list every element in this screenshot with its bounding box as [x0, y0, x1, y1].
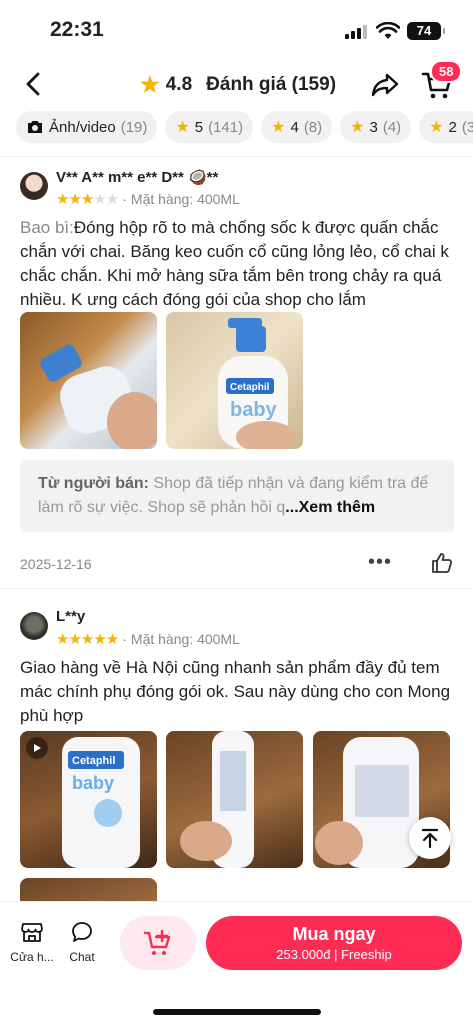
filter-chip-5-star[interactable]: ★ 5 (141) — [165, 111, 254, 143]
top-nav: ★ 4.8 Đánh giá (159) 58 — [0, 60, 473, 110]
photo-content — [180, 731, 254, 868]
chip-count: (141) — [208, 118, 244, 136]
review-photo[interactable] — [20, 312, 157, 449]
play-icon[interactable] — [26, 737, 48, 759]
cart-count-badge: 58 — [430, 60, 463, 83]
chip-count: (8) — [303, 118, 323, 136]
filter-chip-3-star[interactable]: ★ 3 (4) — [340, 111, 412, 143]
filter-chip-2-star[interactable]: ★ 2 (3) — [419, 111, 473, 143]
photo-content: Cetaphil baby — [218, 318, 296, 449]
brand-text: Cetaphil — [230, 382, 270, 393]
shop-label: Cửa h... — [10, 950, 54, 964]
thumbs-up-icon[interactable] — [430, 551, 454, 575]
filter-chips: Ảnh/video (19) ★ 5 (141) ★ 4 (8) ★ 3 (4)… — [16, 111, 473, 143]
see-more-link[interactable]: ...Xem thêm — [285, 499, 375, 516]
more-options-button[interactable]: ••• — [368, 551, 392, 574]
brand-text: Cetaphil — [72, 755, 115, 767]
seller-reply-label: Từ người bán: — [38, 475, 149, 492]
bottom-action-bar: Cửa h... Chat Mua ngay 253.000đ | Freesh… — [0, 901, 473, 1024]
star-rating: ★★★★★ — [56, 631, 119, 648]
page-title: ★ 4.8 Đánh giá (159) — [140, 72, 336, 98]
divider — [0, 156, 473, 157]
variant-label: Mặt hàng: 400ML — [130, 631, 240, 647]
buy-now-button[interactable]: Mua ngay 253.000đ | Freeship — [206, 916, 462, 970]
chip-label: 3 — [369, 118, 378, 136]
star-icon: ★ — [429, 119, 444, 136]
reviewer-name: V** A** m** e** D** 🥥** — [56, 169, 219, 186]
chip-label: Ảnh/video — [49, 118, 116, 136]
wifi-icon — [376, 22, 400, 39]
star-rating: ★★★★★ — [56, 191, 119, 208]
brand-sub-text: baby — [72, 773, 114, 793]
review-photo[interactable] — [166, 731, 303, 868]
photo-content — [40, 344, 157, 449]
review-date: 2025-12-16 — [20, 556, 92, 572]
brand-sub-text: baby — [230, 399, 278, 421]
filter-chip-4-star[interactable]: ★ 4 (8) — [261, 111, 333, 143]
chat-label: Chat — [69, 950, 95, 964]
chip-label: 4 — [290, 118, 299, 136]
buy-now-price: 253.000đ | Freeship — [276, 947, 392, 962]
text-label: Bao bì: — [20, 218, 74, 237]
add-to-cart-button[interactable] — [120, 916, 196, 970]
review-meta: ★★★★★ · Mặt hàng: 400ML — [56, 630, 240, 648]
buy-now-label: Mua ngay — [292, 924, 376, 944]
text-body: Đóng hộp rõ to mà chống sốc k được quấn … — [20, 218, 449, 309]
rating-value: 4.8 — [165, 74, 193, 95]
shop-button[interactable]: Cửa h... — [8, 920, 56, 964]
home-indicator — [153, 1009, 321, 1015]
review-text: Bao bì:Đóng hộp rõ to mà chống sốc k đượ… — [20, 216, 460, 312]
star-icon: ★ — [140, 72, 160, 97]
meta-separator: · — [122, 191, 127, 207]
status-bar: 22:31 74 — [0, 0, 473, 60]
meta-separator: · — [122, 631, 127, 647]
review-video[interactable]: Cetaphil baby — [20, 731, 157, 868]
chat-button[interactable]: Chat — [58, 920, 106, 964]
divider — [0, 588, 473, 589]
battery-icon: 74 — [407, 22, 445, 40]
chip-count: (4) — [382, 118, 402, 136]
signal-icon — [345, 25, 369, 39]
review-text: Giao hàng về Hà Nội cũng nhanh sản phẩm … — [20, 658, 451, 725]
reviews-title: Đánh giá (159) — [206, 74, 337, 95]
filter-chip-media[interactable]: Ảnh/video (19) — [16, 111, 158, 143]
review-meta: ★★★★★ · Mặt hàng: 400ML — [56, 190, 240, 208]
share-icon[interactable] — [370, 70, 400, 100]
reviewer-name: L**y — [56, 608, 86, 625]
status-time: 22:31 — [50, 18, 104, 41]
avatar — [20, 172, 48, 200]
add-cart-icon — [143, 929, 171, 955]
star-icon: ★ — [175, 119, 190, 136]
chip-label: 2 — [448, 118, 457, 136]
star-icon: ★ — [350, 119, 365, 136]
chat-icon — [72, 922, 92, 942]
chip-label: 5 — [194, 118, 204, 136]
review-photo[interactable]: Cetaphil baby — [166, 312, 303, 449]
chip-count: (3) — [461, 118, 473, 136]
review-photo[interactable] — [20, 878, 157, 901]
shop-icon — [21, 923, 43, 942]
camera-icon — [28, 121, 42, 133]
avatar — [20, 612, 48, 640]
chip-count: (19) — [120, 118, 148, 136]
variant-label: Mặt hàng: 400ML — [130, 191, 240, 207]
back-arrow-icon[interactable] — [20, 70, 48, 98]
star-icon: ★ — [271, 119, 286, 136]
seller-reply: Từ người bán: Shop đã tiếp nhận và đang … — [20, 460, 454, 532]
arrow-up-icon — [421, 828, 439, 849]
scroll-to-top-button[interactable] — [409, 817, 451, 859]
